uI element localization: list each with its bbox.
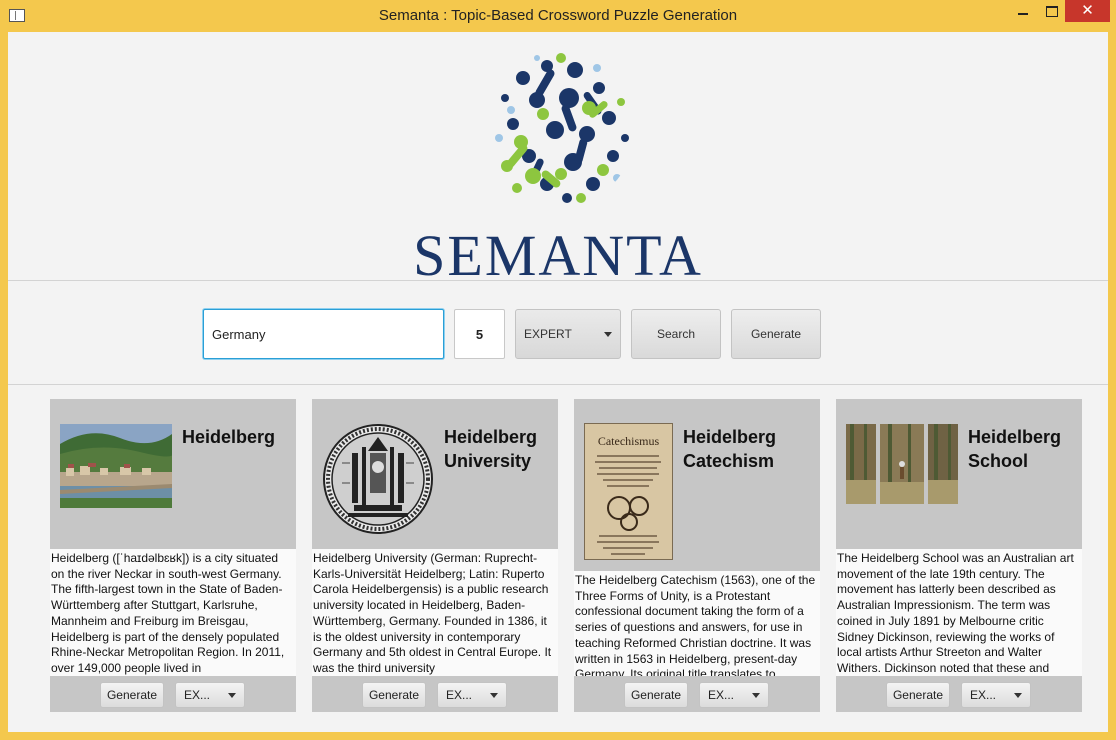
card-header: Heidelberg	[50, 399, 296, 549]
card-generate-button[interactable]: Generate	[624, 682, 688, 708]
app-client-area: SEMANTA EXPERT Search Generate	[8, 32, 1108, 732]
card-difficulty-select[interactable]: EX...	[437, 682, 507, 708]
card-generate-button[interactable]: Generate	[886, 682, 950, 708]
search-button[interactable]: Search	[631, 309, 721, 359]
painting-triptych-icon	[846, 424, 958, 504]
card-footer: Generate EX...	[836, 676, 1082, 712]
card-description: Heidelberg ([ˈhaɪdəlbɛʁk]) is a city sit…	[50, 549, 296, 676]
city-landscape-photo-icon	[60, 424, 172, 508]
logo-wordmark: SEMANTA	[413, 223, 703, 288]
card-generate-button[interactable]: Generate	[362, 682, 426, 708]
semanta-globe-logo-icon	[495, 53, 629, 203]
search-toolbar: EXPERT Search Generate	[8, 282, 1108, 385]
card-generate-button[interactable]: Generate	[100, 682, 164, 708]
title-bar: Semanta : Topic-Based Crossword Puzzle G…	[0, 0, 1116, 32]
book-title-page-icon: Catechismus	[584, 423, 673, 560]
university-seal-icon	[322, 423, 434, 535]
card-difficulty-select[interactable]: EX...	[961, 682, 1031, 708]
card-header: Heidelberg School	[836, 399, 1082, 549]
card-description: The Heidelberg Catechism (1563), one of …	[574, 571, 820, 676]
result-card: Heidelberg University Heidelberg Univers…	[312, 399, 558, 712]
close-button[interactable]: ✕	[1065, 0, 1110, 22]
card-header: Catechismus Heidelberg Catechism	[574, 399, 820, 571]
card-title: Heidelberg Catechism	[683, 427, 777, 471]
chevron-down-icon	[1014, 693, 1022, 698]
topic-search-input[interactable]	[203, 309, 444, 359]
chevron-down-icon	[604, 332, 612, 337]
card-footer: Generate EX...	[574, 676, 820, 712]
result-card: Heidelberg School The Heidelberg School …	[836, 399, 1082, 712]
generate-button[interactable]: Generate	[731, 309, 821, 359]
chevron-down-icon	[490, 693, 498, 698]
chevron-down-icon	[752, 693, 760, 698]
difficulty-select-value: EXPERT	[524, 327, 572, 341]
card-description: The Heidelberg School was an Australian …	[836, 549, 1082, 676]
card-header: Heidelberg University	[312, 399, 558, 549]
difficulty-select[interactable]: EXPERT	[515, 309, 621, 359]
window-title: Semanta : Topic-Based Crossword Puzzle G…	[378, 7, 738, 24]
card-difficulty-select[interactable]: EX...	[699, 682, 769, 708]
logo-header: SEMANTA	[8, 32, 1108, 288]
card-difficulty-select[interactable]: EX...	[175, 682, 245, 708]
result-card: Catechismus Heidelberg Catechism The Hei…	[574, 399, 820, 712]
card-title: Heidelberg	[182, 427, 276, 447]
chevron-down-icon	[228, 693, 236, 698]
maximize-button[interactable]	[1037, 0, 1065, 22]
card-footer: Generate EX...	[50, 676, 296, 712]
card-description: Heidelberg University (German: Ruprecht-…	[312, 549, 558, 676]
result-card: Heidelberg Heidelberg ([ˈhaɪdəlbɛʁk]) is…	[50, 399, 296, 712]
minimize-button[interactable]	[1009, 0, 1037, 22]
card-footer: Generate EX...	[312, 676, 558, 712]
count-input[interactable]	[454, 309, 505, 359]
card-title: Heidelberg School	[968, 427, 1062, 471]
card-title: Heidelberg University	[444, 427, 538, 471]
